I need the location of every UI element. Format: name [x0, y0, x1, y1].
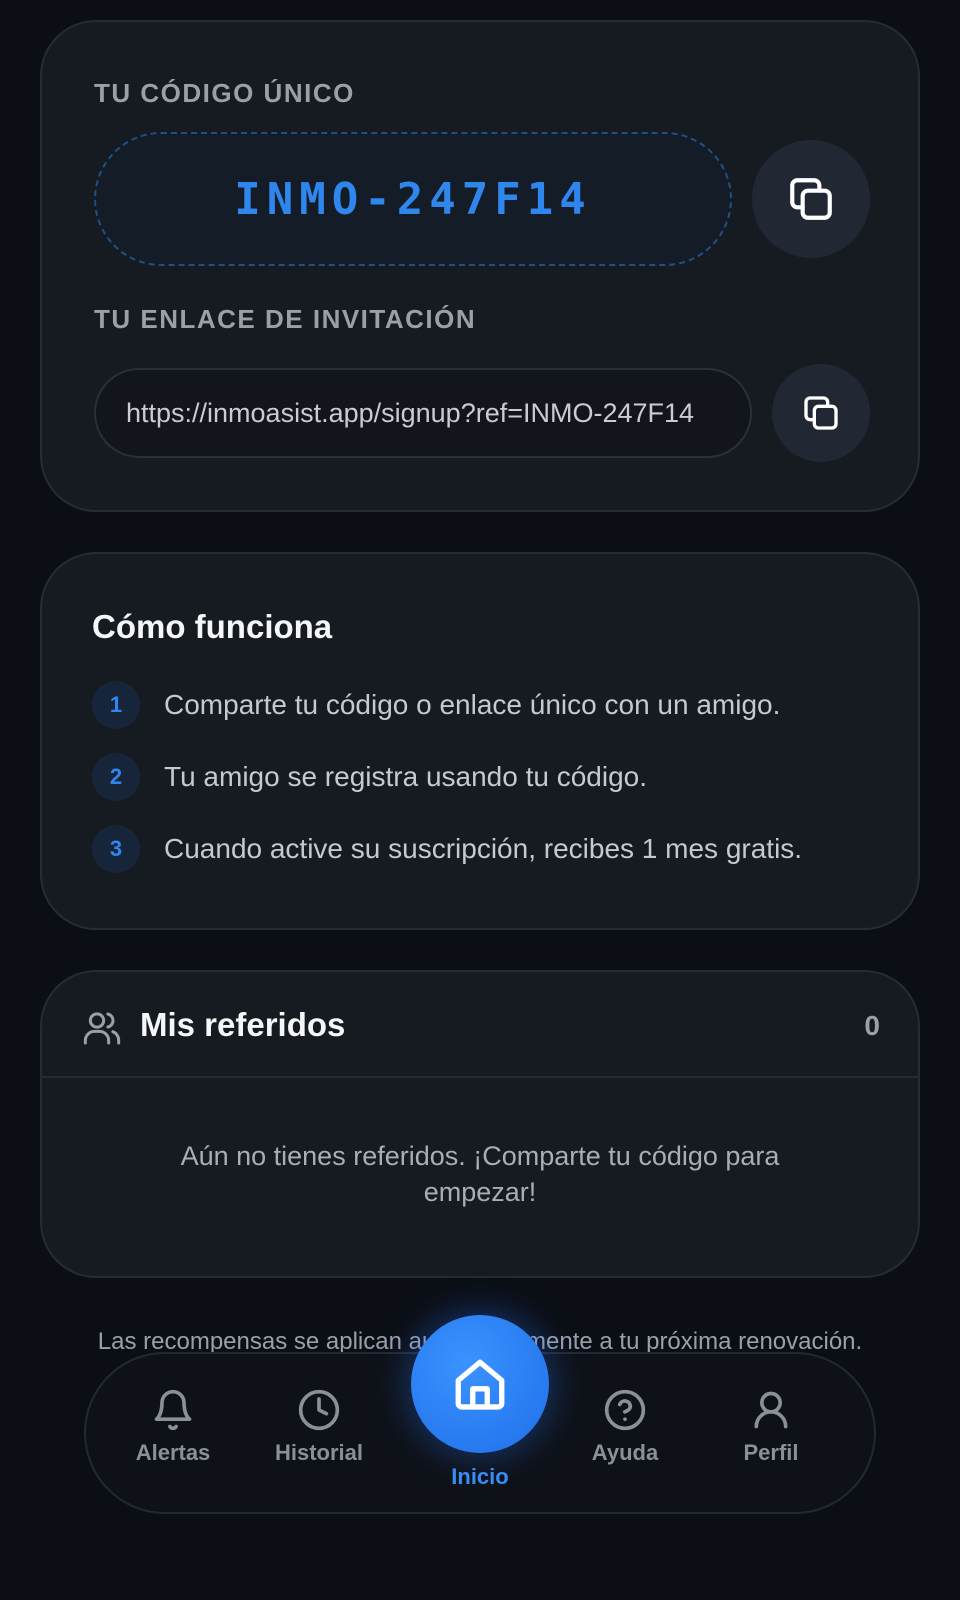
step-text: Tu amigo se registra usando tu código.	[164, 761, 648, 792]
bell-icon	[154, 1389, 192, 1431]
referrals-count: 0	[864, 1010, 880, 1041]
how-it-works-title: Cómo funciona	[92, 608, 333, 645]
referrals-empty-state: Aún no tienes referidos. ¡Comparte tu có…	[180, 1141, 780, 1207]
my-referrals-card: Mis referidos 0 Aún no tienes referidos.…	[40, 970, 920, 1278]
step-number-badge: 2	[92, 753, 140, 801]
nav-home-label: Inicio	[451, 1464, 509, 1489]
step-text: Cuando active su suscripción, recibes 1 …	[164, 833, 803, 864]
step-number-badge: 1	[92, 681, 140, 729]
users-icon	[83, 1012, 121, 1045]
help-circle-icon	[604, 1389, 646, 1431]
how-it-works-card: Cómo funciona 1 Comparte tu código o enl…	[40, 552, 920, 930]
nav-help[interactable]: Ayuda	[560, 1388, 690, 1466]
referral-code-card: TU CÓDIGO ÚNICO INMO-247F14 TU ENLACE DE…	[40, 20, 920, 512]
referral-code: INMO-247F14	[234, 173, 592, 225]
nav-label: Ayuda	[591, 1440, 659, 1465]
nav-label: Perfil	[743, 1440, 799, 1465]
step-item: 3 Cuando active su suscripción, recibes …	[92, 824, 802, 874]
link-label: TU ENLACE DE INVITACIÓN	[94, 304, 477, 334]
copy-code-button[interactable]	[752, 140, 870, 258]
nav-alerts[interactable]: Alertas	[108, 1388, 238, 1466]
step-item: 2 Tu amigo se registra usando tu código.	[92, 752, 647, 802]
invite-link-text: https://inmoasist.app/signup?ref=INMO-24…	[126, 397, 695, 428]
referrals-header: Mis referidos 0	[42, 972, 918, 1078]
home-icon	[455, 1359, 505, 1410]
nav-label: Historial	[274, 1440, 364, 1465]
clock-icon	[298, 1389, 340, 1431]
step-text: Comparte tu código o enlace único con un…	[164, 689, 781, 720]
nav-profile[interactable]: Perfil	[706, 1388, 836, 1466]
nav-home-button[interactable]	[411, 1315, 549, 1453]
nav-history[interactable]: Historial	[254, 1388, 384, 1466]
step-number-badge: 3	[92, 825, 140, 873]
user-icon	[754, 1391, 788, 1429]
copy-icon	[804, 396, 838, 430]
copy-link-button[interactable]	[772, 364, 870, 462]
referrals-title: Mis referidos	[140, 1006, 346, 1043]
code-label: TU CÓDIGO ÚNICO	[94, 78, 355, 108]
step-item: 1 Comparte tu código o enlace único con …	[92, 680, 780, 730]
referral-code-box[interactable]: INMO-247F14	[94, 132, 732, 266]
invite-link-field[interactable]: https://inmoasist.app/signup?ref=INMO-24…	[94, 368, 752, 458]
copy-icon	[790, 178, 832, 220]
nav-label: Alertas	[135, 1440, 211, 1465]
